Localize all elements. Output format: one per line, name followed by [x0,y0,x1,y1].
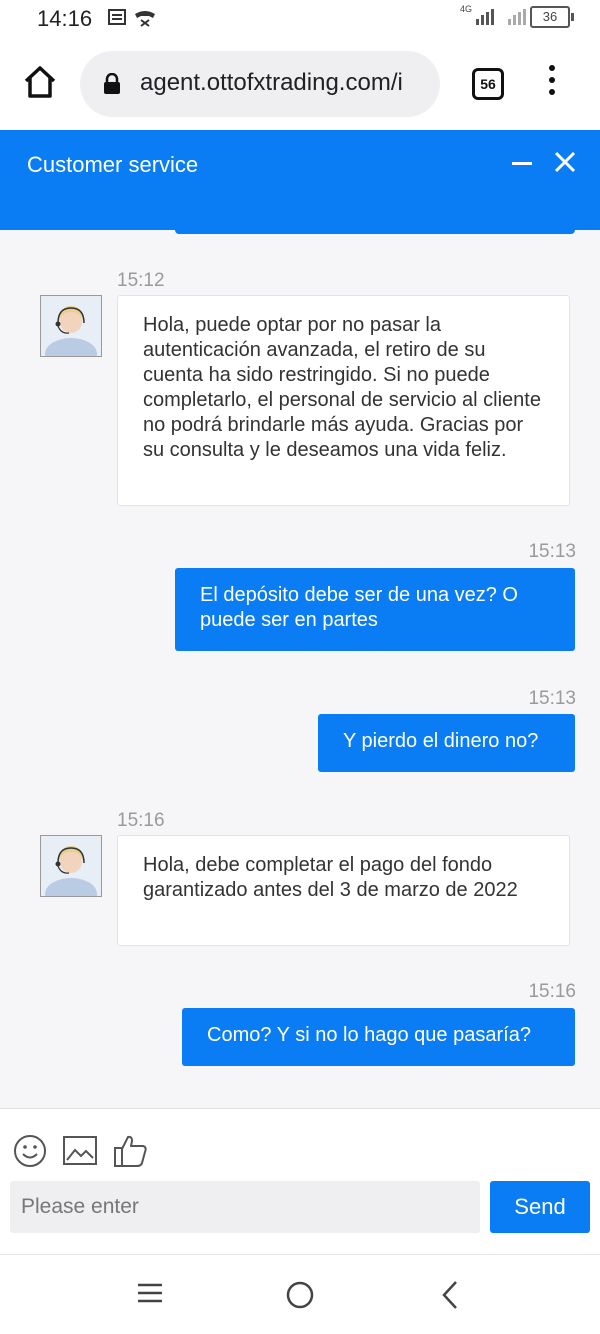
agent-avatar [40,295,102,357]
back-chevron-icon [442,1281,457,1309]
menu-icon [138,1283,162,1303]
recent-apps-button[interactable] [136,1281,164,1310]
user-message: Y pierdo el dinero no? [318,714,575,772]
message-and-call-icon [108,9,155,27]
overflow-menu-button[interactable] [545,65,559,105]
emoji-button[interactable] [13,1134,47,1173]
image-icon [63,1136,97,1165]
thumbs-up-icon [114,1135,147,1167]
close-button[interactable] [553,150,577,174]
minimize-button[interactable] [512,162,532,165]
status-indicators: 4G 36 [459,4,574,28]
circle-home-icon [286,1281,314,1309]
chat-header: Customer service [0,130,600,230]
agent-avatar [40,835,102,897]
emoji-icon [14,1135,46,1167]
browser-toolbar: agent.ottofxtrading.com/i 56 [0,40,600,130]
message-input[interactable] [10,1181,480,1233]
message-timestamp: 15:16 [117,810,165,831]
signal-icon [476,9,494,25]
chat-messages[interactable]: 15:12 Hola, puede optar por no pasar la … [0,230,600,1108]
home-icon [24,66,56,98]
more-icon [549,65,555,71]
message-timestamp: 15:13 [528,688,576,709]
battery-indicator: 36 [530,6,574,28]
composer: Send [0,1108,600,1255]
network-type: 4G [459,4,472,14]
url-text: agent.ottofxtrading.com/i [140,69,403,96]
chat-title: Customer service [27,152,199,177]
home-button[interactable] [22,64,58,100]
signal-icon-2 [508,9,526,25]
tab-switcher-button[interactable]: 56 [472,68,504,100]
like-button[interactable] [113,1134,149,1173]
message-timestamp: 15:16 [528,981,576,1002]
user-message: El depósito debe ser de una vez? O puede… [175,568,575,651]
home-nav-button[interactable] [285,1280,315,1315]
user-message: Como? Y si no lo hago que pasaría? [182,1008,575,1066]
agent-message: Hola, debe completar el pago del fondo g… [117,835,570,946]
message-timestamp: 15:13 [528,541,576,562]
agent-message: Hola, puede optar por no pasar la autent… [117,295,570,506]
image-upload-button[interactable] [63,1136,97,1171]
back-button[interactable] [438,1279,462,1316]
send-button[interactable]: Send [490,1181,590,1233]
notification-icons [107,8,157,33]
previous-message-edge [175,230,575,234]
status-bar: 14:16 4G 36 [0,0,600,40]
message-timestamp: 15:12 [117,270,165,291]
system-nav-bar [0,1254,600,1334]
lock-icon [102,72,122,100]
status-time: 14:16 [37,6,93,31]
close-icon [554,151,576,173]
address-bar[interactable]: agent.ottofxtrading.com/i [80,51,440,117]
